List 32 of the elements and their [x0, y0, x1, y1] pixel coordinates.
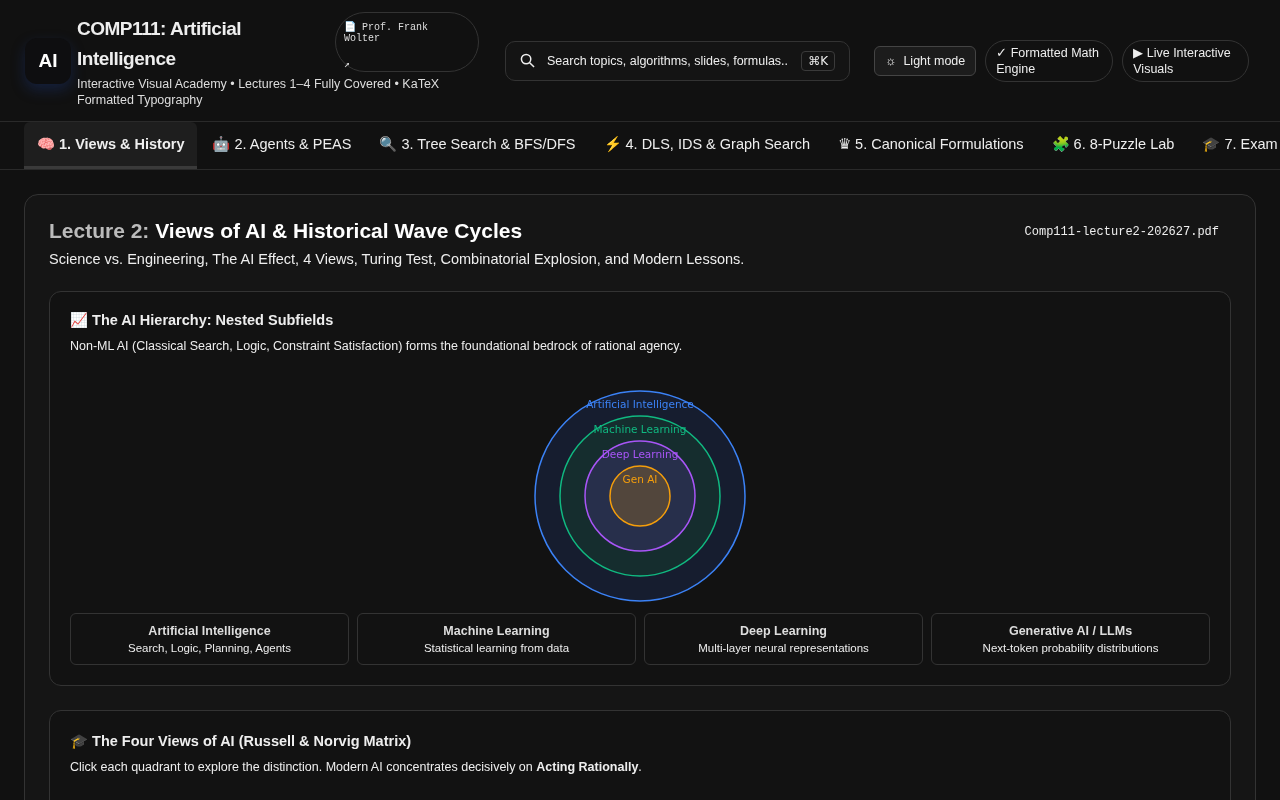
section-title: 📈 The AI Hierarchy: Nested Subfields: [70, 312, 335, 329]
app-title: COMP111: Artificial Intelligence: [77, 16, 243, 71]
lecture-tab[interactable]: 🎓 7. Exam: [1189, 122, 1280, 169]
theme-toggle-button[interactable]: ☼ Light mode: [874, 45, 977, 76]
search-input[interactable]: Search topics, algorithms, slides, formulas...: [545, 52, 792, 69]
card-title: Generative AI / LLMs: [1007, 624, 1134, 638]
shortcut-key: ⌘K: [801, 50, 835, 71]
lecture-title: Lecture 2: Views of AI & Historical Wave Cycles: [49, 219, 523, 243]
lecture-tab[interactable]: ♛ 5. Canonical Formulations: [825, 122, 1037, 169]
section-description: Non-ML AI (Classical Search, Logic, Constraint Satisfaction) forms the foundational bedrock of rational agency.: [70, 339, 684, 353]
ring-label: Gen AI: [622, 473, 658, 485]
file-name: Comp111-lecture2-202627.pdf: [1024, 225, 1219, 239]
card-text: Next-token probability distributions: [981, 642, 1160, 654]
card-text: Statistical learning from data: [422, 642, 571, 654]
card-text: Multi-layer neural representations: [697, 642, 870, 654]
lecture-tab[interactable]: 🔍 3. Tree Search & BFS/DFS: [366, 122, 589, 169]
logo-badge: AI: [25, 37, 71, 84]
search-icon: [520, 53, 535, 68]
lecture-tab[interactable]: 🧠 1. Views & History: [24, 122, 198, 169]
lecture-summary: Science vs. Engineering, The AI Effect, 4 Views, Turing Test, Combinatorial Explosion, and Modern Lessons.: [49, 251, 746, 267]
section-description: Click each quadrant to explore the distinction. Modern AI concentrates decisively on Acting Rationally.: [70, 760, 643, 774]
app-subtitle: Interactive Visual Academy • Lectures 1–4 Fully Covered • KaTeX Formatted Typography: [77, 75, 441, 108]
lecture-tab[interactable]: 🤖 2. Agents & PEAS: [199, 122, 365, 169]
card-title: Artificial Intelligence: [147, 624, 272, 638]
ring-label: Machine Learning: [593, 423, 687, 435]
lecture-tab[interactable]: ⚡ 4. DLS, IDS & Graph Search: [590, 122, 824, 169]
card-title: Deep Learning: [739, 624, 828, 638]
lecture-tab[interactable]: 🧩 6. 8-Puzzle Lab: [1038, 122, 1188, 169]
card-text: Search, Logic, Planning, Agents: [127, 642, 292, 654]
card-title: Machine Learning: [442, 624, 551, 638]
search-field[interactable]: Search topics, algorithms, slides, formulas... ⌘K: [505, 40, 850, 81]
section-title: 🎓 The Four Views of AI (Russell & Norvig Matrix): [70, 733, 413, 750]
